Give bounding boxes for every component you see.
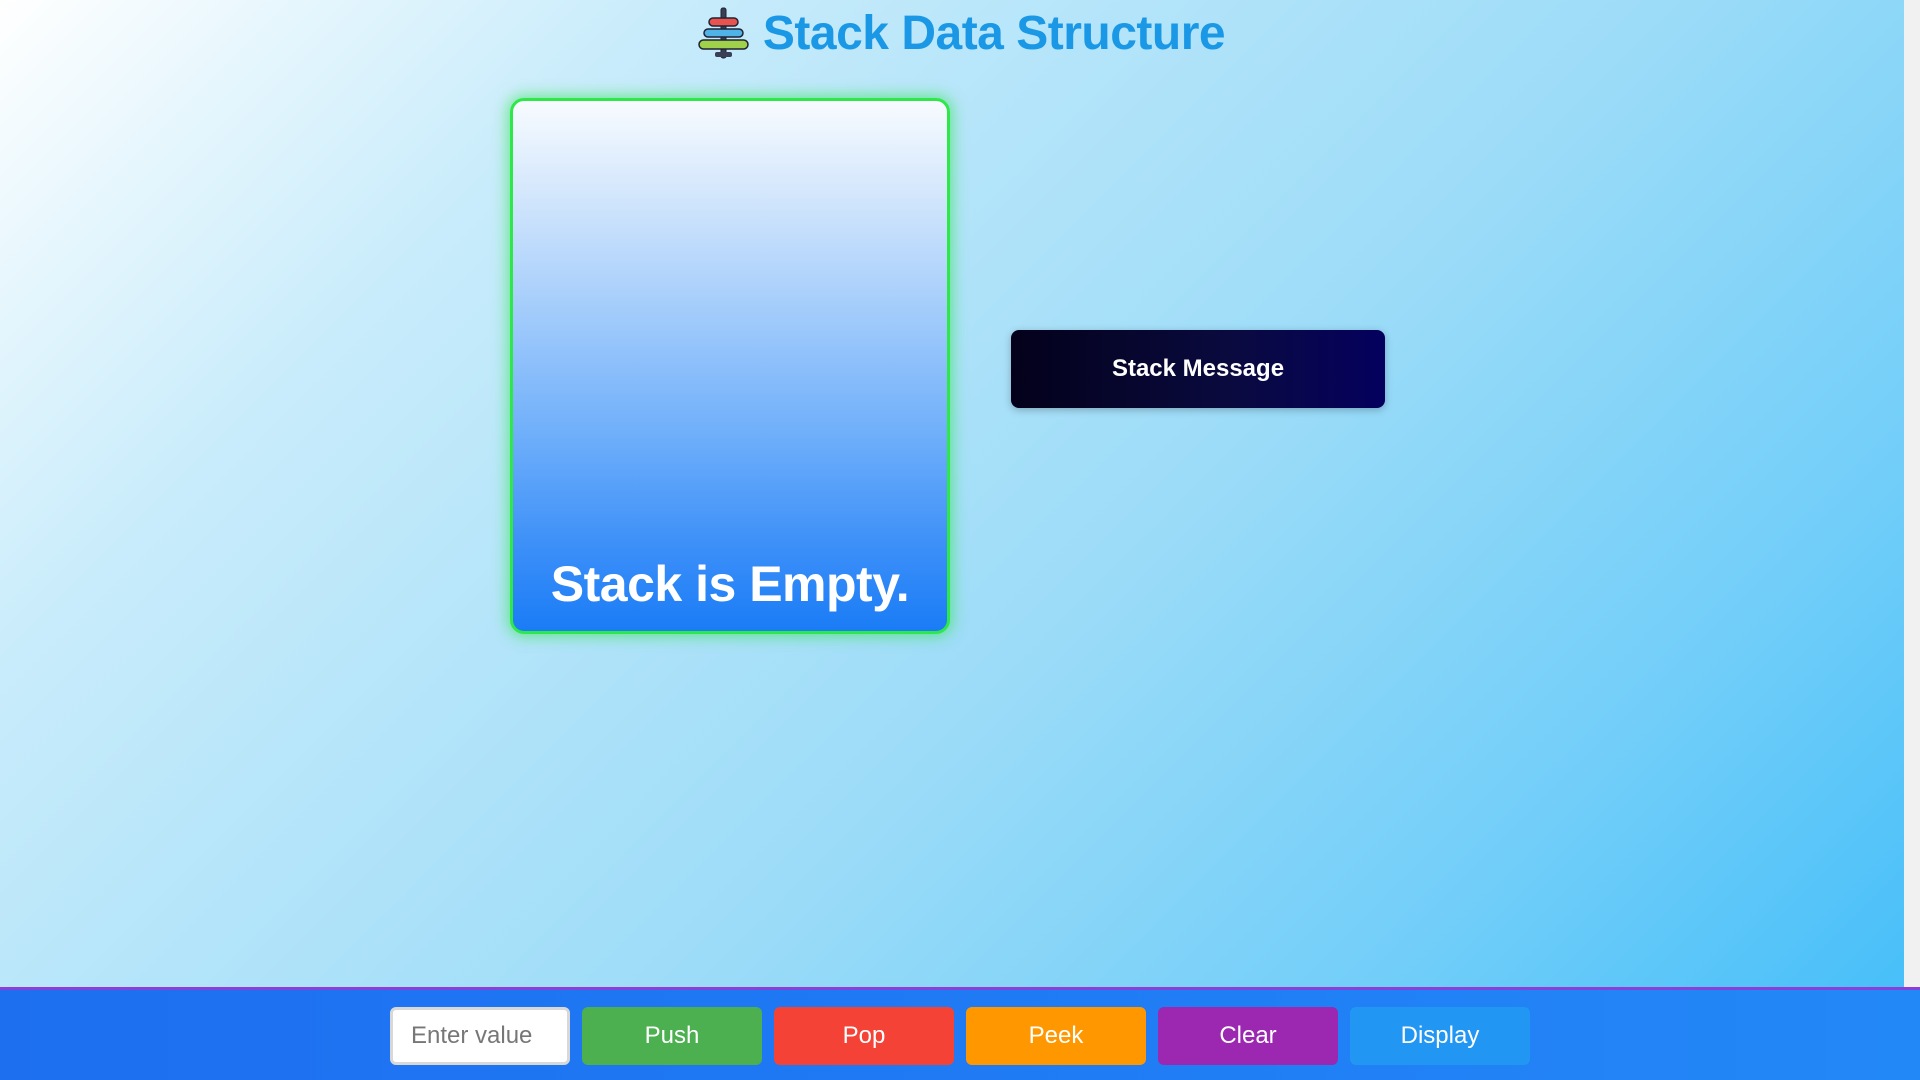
stack-container: Stack is Empty. [510,98,950,634]
page-title: Stack Data Structure [762,6,1226,60]
stack-message-box: Stack Message [1011,330,1385,408]
stack-rings-icon [695,5,751,61]
controls-group: Push Pop Peek Clear Display [390,1007,1530,1065]
clear-button[interactable]: Clear [1158,1007,1338,1065]
push-button[interactable]: Push [582,1007,762,1065]
vertical-scrollbar[interactable] [1904,0,1920,989]
page: Stack Data Structure Stack is Empty. Sta… [0,0,1904,1080]
controls-bar: Push Pop Peek Clear Display [0,987,1920,1080]
page-header: Stack Data Structure [0,4,1920,62]
pop-button[interactable]: Pop [774,1007,954,1065]
peek-button[interactable]: Peek [966,1007,1146,1065]
display-button[interactable]: Display [1350,1007,1530,1065]
value-input[interactable] [390,1007,570,1065]
stack-empty-text: Stack is Empty. [550,556,910,612]
stack-message-text: Stack Message [1111,355,1285,382]
